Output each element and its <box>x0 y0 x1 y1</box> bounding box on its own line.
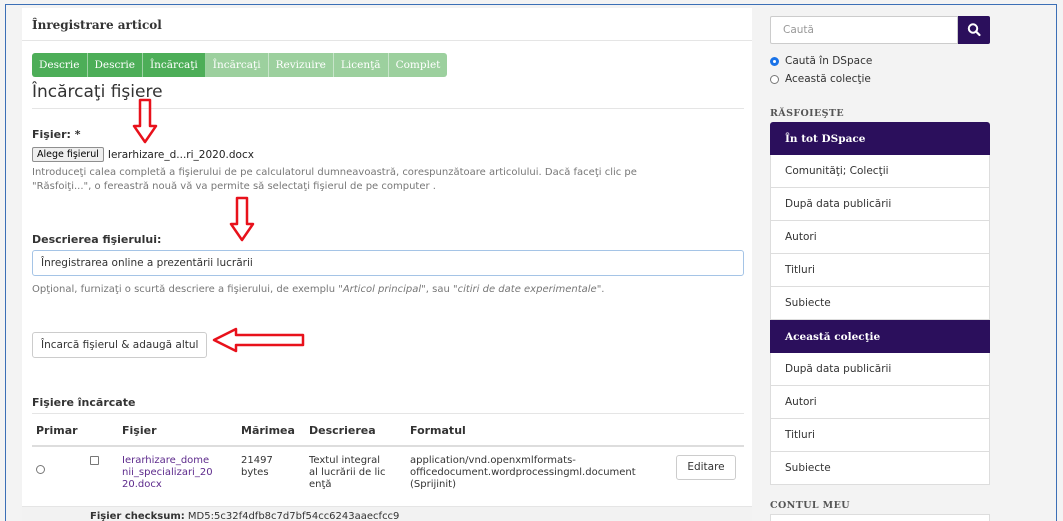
upload-and-add-button[interactable]: Încarcă fişierul & adaugă altul <box>32 332 208 358</box>
help-text: Opţional, furnizaţi o scurtă descriere a… <box>32 284 343 295</box>
progress-steps: Descrie Descrie Încărcaţi Încărcaţi Revi… <box>32 53 448 77</box>
search-input[interactable]: Caută <box>770 16 958 44</box>
description-input[interactable]: Înregistrarea online a prezentării lucră… <box>32 250 744 276</box>
help-example: citiri de date experimentale <box>457 284 597 295</box>
uploaded-file-link[interactable]: Ierarhizare_dome nii_specializari_20 20.… <box>122 455 213 491</box>
file-name-line: Ierarhizare_dome <box>122 455 210 466</box>
file-select-checkbox[interactable] <box>90 456 99 465</box>
file-description-line: Textul integral <box>309 455 381 466</box>
description-label: Descrierea fişierului: <box>32 233 162 246</box>
file-name-line: nii_specializari_20 <box>122 467 213 478</box>
browse-heading: RĂSFOIEŞTE <box>770 108 845 119</box>
checksum-row: Fişier checksum: MD5:5c32f4dfb8c7d7bf54c… <box>22 506 752 521</box>
step-describe-2[interactable]: Descrie <box>87 53 143 77</box>
browse-all-list: În tot DSpace Comunităţi; Colecţii După … <box>770 122 990 485</box>
file-help-text: Introduceţi calea completă a fişierului … <box>32 166 637 194</box>
description-help-text: Opţional, furnizaţi o scurtă descriere a… <box>32 283 604 297</box>
checksum-text: Fişier checksum: MD5:5c32f4dfb8c7d7bf54c… <box>90 511 399 521</box>
table-header-divider <box>32 445 744 447</box>
step-complete: Complet <box>388 53 448 77</box>
annotation-arrow-left-icon <box>212 327 305 353</box>
choose-file-button[interactable]: Alege fişierul <box>32 147 104 162</box>
column-header-file: Fişier <box>122 424 157 437</box>
primary-radio[interactable] <box>36 465 45 474</box>
annotation-arrow-down-icon <box>132 98 158 144</box>
collection-subjects[interactable]: Subiecte <box>770 452 990 485</box>
all-dspace-heading: În tot DSpace <box>770 122 990 155</box>
file-size: 21497 bytes <box>241 455 273 479</box>
browse-by-date[interactable]: După data publicării <box>770 188 990 221</box>
file-name-line: 20.docx <box>122 479 162 490</box>
selected-file-name: Ierarhizare_d...ri_2020.docx <box>107 148 254 161</box>
edit-file-button[interactable]: Editare <box>676 455 736 480</box>
divider <box>22 40 752 41</box>
uploaded-files-heading: Fişiere încărcate <box>32 396 136 409</box>
radio-selected-icon[interactable] <box>770 56 779 66</box>
browse-titles[interactable]: Titluri <box>770 254 990 287</box>
help-text: ". <box>596 284 605 295</box>
help-text: ", sau " <box>421 284 458 295</box>
divider <box>32 413 744 414</box>
search-button[interactable] <box>958 16 990 44</box>
file-format-line: (Sprijinit) <box>410 479 456 490</box>
browse-authors[interactable]: Autori <box>770 221 990 254</box>
scope-option-dspace[interactable]: Caută în DSpace <box>770 55 872 67</box>
scope-option-collection[interactable]: Această colecţie <box>770 73 871 85</box>
file-format: application/vnd.openxmlformats- officedo… <box>410 455 636 491</box>
step-upload-1[interactable]: Încărcaţi <box>143 53 206 77</box>
account-heading: CONTUL MEU <box>770 500 850 511</box>
column-header-description: Descrierea <box>309 424 376 437</box>
checksum-label: Fişier checksum: <box>90 511 185 521</box>
file-size-line: 21497 <box>241 455 273 466</box>
account-menu <box>770 514 990 521</box>
file-label: Fişier: * <box>32 128 81 141</box>
collection-authors[interactable]: Autori <box>770 386 990 419</box>
scope-option-label: Caută în DSpace <box>785 55 873 67</box>
file-description: Textul integral al lucrării de lic enţă <box>309 455 386 491</box>
checksum-value: MD5:5c32f4dfb8c7d7bf54cc6243aaecfcc9 <box>187 511 400 521</box>
step-license: Licenţă <box>333 53 389 77</box>
file-format-line: officedocument.wordprocessingml.document <box>410 467 636 478</box>
browse-communities[interactable]: Comunităţi; Colecţii <box>770 155 990 188</box>
column-header-format: Formatul <box>410 424 466 437</box>
file-description-line: enţă <box>309 479 332 490</box>
radio-unselected-icon[interactable] <box>770 74 779 84</box>
collection-heading: Această colecţie <box>770 320 990 353</box>
scope-option-label: Această colecţie <box>785 73 871 85</box>
column-header-primary: Primar <box>36 424 78 437</box>
step-review: Revizuire <box>268 53 334 77</box>
file-help-line: Introduceţi calea completă a fişierului … <box>32 167 637 178</box>
search-icon <box>967 23 981 37</box>
submission-form: Înregistrare articol Descrie Descrie Înc… <box>22 8 752 521</box>
help-example: Articol principal <box>342 284 422 295</box>
annotation-arrow-down-icon <box>229 196 255 242</box>
collection-titles[interactable]: Titluri <box>770 419 990 452</box>
collection-by-date[interactable]: După data publicării <box>770 353 990 386</box>
column-header-size: Mărimea <box>241 424 295 437</box>
form-title: Înregistrare articol <box>32 18 162 32</box>
file-description-line: al lucrării de lic <box>309 467 386 478</box>
file-help-line: "Răsfoiţi...", o fereastră nouă vă va pe… <box>32 181 436 192</box>
browse-subjects[interactable]: Subiecte <box>770 287 990 320</box>
file-format-line: application/vnd.openxmlformats- <box>410 455 576 466</box>
file-input: Alege fişierul Ierarhizare_d...ri_2020.d… <box>32 147 254 162</box>
step-upload-2: Încărcaţi <box>205 53 269 77</box>
step-describe-1[interactable]: Descrie <box>32 53 88 77</box>
file-size-line: bytes <box>241 467 269 478</box>
